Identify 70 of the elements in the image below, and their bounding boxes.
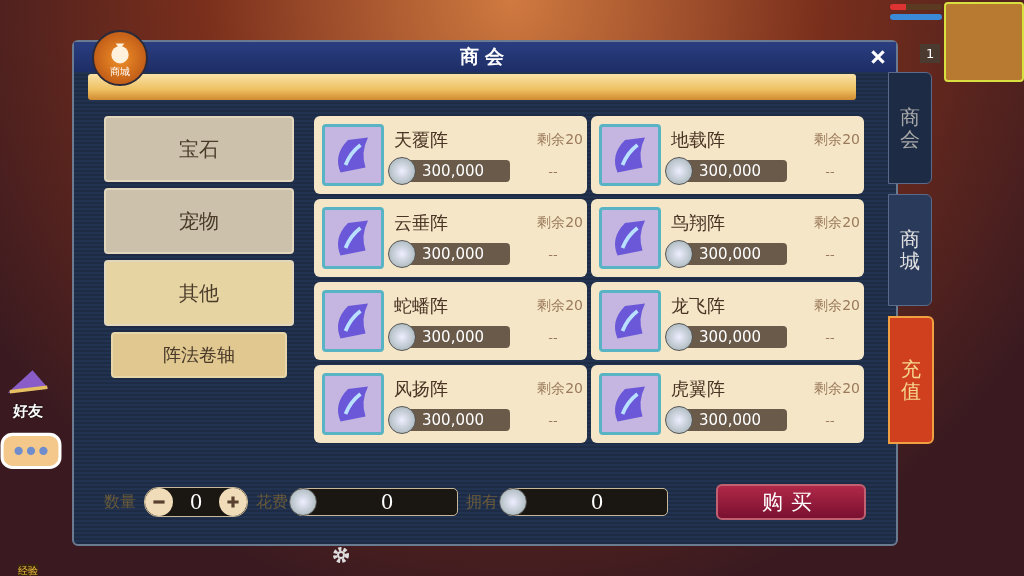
side-tab[interactable]: 商会 <box>888 72 932 184</box>
plus-icon[interactable] <box>225 494 241 510</box>
remaining-count: 剩余20 <box>814 297 860 315</box>
owned-count: -- <box>547 163 559 179</box>
item-card[interactable]: 虎翼阵 剩余20 300,000 -- <box>591 365 864 443</box>
remaining-count: 剩余20 <box>537 214 583 232</box>
remaining-count: 剩余20 <box>814 380 860 398</box>
item-name: 鸟翔阵 <box>671 211 725 235</box>
coin-icon <box>388 323 416 351</box>
item-name: 地载阵 <box>671 128 725 152</box>
coin-icon <box>665 323 693 351</box>
side-tab[interactable]: 商城 <box>888 194 932 306</box>
coin-icon <box>388 157 416 185</box>
remaining-count: 剩余20 <box>537 297 583 315</box>
owned-count: -- <box>824 163 836 179</box>
item-card[interactable]: 云垂阵 剩余20 300,000 -- <box>314 199 587 277</box>
item-name: 龙飞阵 <box>671 294 725 318</box>
quantity-label: 数量 <box>104 491 136 513</box>
minus-button[interactable] <box>145 488 173 516</box>
settings-icon[interactable] <box>331 545 351 565</box>
exp-label: 经验 <box>18 564 38 576</box>
health-bar-icon <box>890 4 942 10</box>
item-card[interactable]: 蛇蟠阵 剩余20 300,000 -- <box>314 282 587 360</box>
scroll-icon <box>322 373 384 435</box>
subcategory-tab[interactable]: 阵法卷轴 <box>111 332 287 378</box>
owned-count: -- <box>547 329 559 345</box>
remaining-count: 剩余20 <box>537 380 583 398</box>
player-level: 1 <box>920 44 941 63</box>
coin-icon <box>665 157 693 185</box>
item-card[interactable]: 龙飞阵 剩余20 300,000 -- <box>591 282 864 360</box>
coin-icon <box>665 406 693 434</box>
item-card[interactable]: 天覆阵 剩余20 300,000 -- <box>314 116 587 194</box>
item-name: 云垂阵 <box>394 211 448 235</box>
category-tab[interactable]: 宝石 <box>104 116 294 182</box>
owned-count: -- <box>824 412 836 428</box>
owned-count: -- <box>547 412 559 428</box>
item-card[interactable]: 风扬阵 剩余20 300,000 -- <box>314 365 587 443</box>
remaining-count: 剩余20 <box>814 214 860 232</box>
scroll-icon <box>322 207 384 269</box>
category-tab[interactable]: 其他 <box>104 260 294 326</box>
owned-count: -- <box>547 246 559 262</box>
item-name: 虎翼阵 <box>671 377 725 401</box>
item-name: 风扬阵 <box>394 377 448 401</box>
shop-badge-label: 商城 <box>110 65 130 77</box>
cost-label: 花费 <box>256 491 288 513</box>
item-card[interactable]: 地载阵 剩余20 300,000 -- <box>591 116 864 194</box>
item-name: 蛇蟠阵 <box>394 294 448 318</box>
coin-icon <box>665 240 693 268</box>
buy-button[interactable]: 购买 <box>716 484 866 520</box>
window-title: 商会 <box>460 44 510 69</box>
owned-count: -- <box>824 246 836 262</box>
scroll-icon <box>322 290 384 352</box>
item-name: 天覆阵 <box>394 128 448 152</box>
owned-count: -- <box>824 329 836 345</box>
scroll-icon <box>599 373 661 435</box>
close-icon[interactable] <box>870 48 886 66</box>
category-tab[interactable]: 宠物 <box>104 188 294 254</box>
scroll-icon <box>599 124 661 186</box>
plus-button[interactable] <box>219 488 247 516</box>
owned-label: 拥有 <box>466 491 498 513</box>
item-card[interactable]: 鸟翔阵 剩余20 300,000 -- <box>591 199 864 277</box>
scroll-icon <box>599 290 661 352</box>
friends-label[interactable]: 好友 <box>13 402 43 421</box>
mana-bar-icon <box>890 14 942 20</box>
remaining-count: 剩余20 <box>814 131 860 149</box>
coin-icon <box>388 240 416 268</box>
scroll-icon <box>599 207 661 269</box>
coin-icon <box>388 406 416 434</box>
scroll-icon <box>322 124 384 186</box>
remaining-count: 剩余20 <box>537 131 583 149</box>
